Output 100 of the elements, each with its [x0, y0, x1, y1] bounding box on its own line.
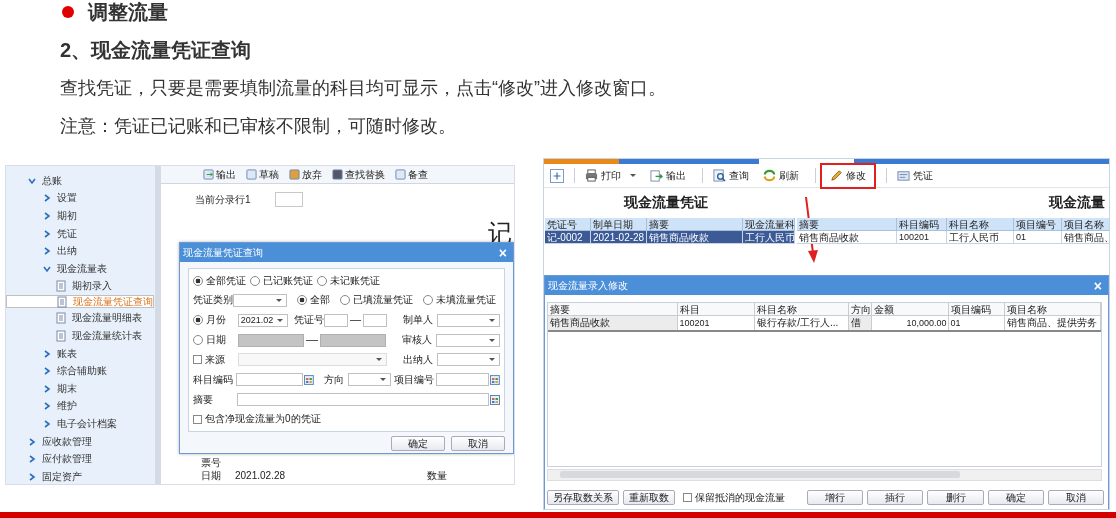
dropdown-field[interactable]: 2021.02: [237, 313, 288, 327]
grid-icon[interactable]: [304, 374, 314, 385]
radio-option[interactable]: 未填流量凭证: [423, 293, 496, 308]
toolbar-button[interactable]: 刷新: [759, 166, 803, 185]
horizontal-scrollbar[interactable]: [547, 469, 1102, 481]
radio-icon[interactable]: [317, 275, 327, 286]
column-header[interactable]: 制单日期: [591, 218, 647, 231]
dialog-button[interactable]: 取消: [451, 436, 505, 451]
toolbar-button[interactable]: 查询: [709, 166, 753, 185]
radio-icon[interactable]: [297, 295, 307, 306]
date-field[interactable]: [319, 333, 386, 347]
tree-item[interactable]: 账表: [6, 344, 155, 363]
radio-icon[interactable]: [193, 335, 203, 346]
column-header[interactable]: 科目编码: [897, 218, 947, 231]
column-header[interactable]: 项目名称: [1062, 218, 1109, 231]
grid-icon[interactable]: [490, 374, 501, 385]
input-field[interactable]: [237, 393, 489, 407]
tree-item[interactable]: 期初录入: [6, 277, 155, 296]
tree-item[interactable]: 现金流量统计表: [6, 327, 155, 345]
dialog-button[interactable]: 插行: [867, 490, 924, 505]
column-header[interactable]: 科目名称: [947, 218, 1014, 231]
radio-option[interactable]: 全部: [297, 293, 330, 308]
column-header[interactable]: 项目编号: [1014, 218, 1062, 231]
dialog-button[interactable]: 确定: [987, 490, 1044, 505]
column-header[interactable]: 摘要: [797, 218, 897, 231]
radio-icon[interactable]: [423, 295, 433, 306]
column-header[interactable]: 科目: [677, 303, 756, 316]
dropdown-field[interactable]: [237, 353, 387, 367]
dropdown-field[interactable]: [436, 353, 500, 367]
toolbar-button[interactable]: 查找替换: [332, 167, 385, 182]
tree-item[interactable]: 现金流量表: [6, 259, 155, 278]
radio-icon[interactable]: [193, 275, 203, 286]
tree-item[interactable]: 期末: [6, 380, 155, 398]
dropdown-field[interactable]: [347, 373, 392, 387]
tree-item[interactable]: 凭证: [6, 224, 155, 243]
radio-option[interactable]: 未记账凭证: [317, 273, 380, 288]
input-field[interactable]: [436, 373, 490, 387]
dropdown-field[interactable]: [233, 293, 287, 307]
dialog-button[interactable]: 重新取数: [623, 490, 675, 505]
tree-item[interactable]: 固定资产: [6, 468, 155, 484]
tree-item[interactable]: 出纳: [6, 242, 155, 260]
dialog-button[interactable]: 增行: [807, 490, 864, 505]
date-field[interactable]: [238, 333, 305, 347]
toolbar-button[interactable]: 修改: [822, 164, 874, 187]
column-header[interactable]: 现金流量科: [743, 218, 795, 231]
toolbar-button[interactable]: 凭证: [893, 166, 937, 185]
input-field[interactable]: [323, 313, 348, 327]
input-field[interactable]: [274, 192, 303, 207]
column-header[interactable]: 金额: [871, 303, 949, 316]
dropdown-field[interactable]: [435, 333, 500, 347]
radio-icon[interactable]: [193, 315, 203, 326]
radio-option[interactable]: 月份: [193, 313, 234, 328]
dialog-button[interactable]: 删行: [927, 490, 984, 505]
radio-option[interactable]: 全部凭证: [193, 273, 246, 288]
table-cell[interactable]: 借: [848, 316, 872, 330]
checkbox[interactable]: 保留抵消的现金流量: [683, 490, 785, 505]
grid-icon[interactable]: [490, 394, 500, 405]
tree-item[interactable]: 期初: [6, 207, 155, 225]
column-header[interactable]: 项目名称: [1005, 303, 1101, 316]
toolbar-button[interactable]: 草稿: [246, 167, 279, 182]
toolbar-button[interactable]: 输出: [646, 166, 690, 185]
table-cell[interactable]: 银行存款/工行人...: [755, 316, 849, 330]
radio-option[interactable]: 日期: [193, 333, 235, 348]
tree-item[interactable]: 应付款管理: [6, 450, 155, 468]
toolbar-button[interactable]: 放弃: [289, 167, 322, 182]
tree-item[interactable]: 电子会计档案: [6, 415, 155, 433]
toolbar-button[interactable]: 打印: [581, 166, 640, 185]
table-cell[interactable]: 01: [948, 316, 1006, 330]
column-header[interactable]: 项目编码: [948, 303, 1006, 316]
radio-icon[interactable]: [250, 275, 260, 286]
radio-icon[interactable]: [340, 295, 350, 306]
table-row[interactable]: 记-0002 2021-02-28 销售商品收款 工行人民币: [545, 231, 795, 244]
column-header[interactable]: 科目名称: [755, 303, 849, 316]
dialog-button[interactable]: 取消: [1047, 490, 1104, 505]
column-header[interactable]: 凭证号: [545, 218, 591, 231]
add-icon[interactable]: [550, 168, 564, 183]
dialog-button[interactable]: 另存取数关系: [547, 490, 619, 505]
tree-item[interactable]: 现金流量明细表: [6, 309, 155, 328]
table-cell[interactable]: 10,000.00: [871, 316, 949, 330]
tree-item[interactable]: 应收款管理: [6, 432, 155, 451]
tree-item[interactable]: 现金流量凭证查询: [6, 295, 154, 309]
toolbar-button[interactable]: 备查: [395, 167, 428, 182]
column-header[interactable]: 方向: [848, 303, 872, 316]
table-cell[interactable]: 销售商品收款: [548, 316, 678, 330]
toolbar-button[interactable]: 输出: [203, 167, 236, 182]
input-field[interactable]: [362, 313, 388, 327]
table-cell[interactable]: 100201: [677, 316, 756, 330]
column-header[interactable]: 摘要: [548, 303, 678, 316]
checkbox[interactable]: 包含净现金流量为0的凭证: [193, 412, 321, 427]
input-field[interactable]: [236, 373, 304, 387]
dropdown-field[interactable]: [437, 313, 500, 327]
column-header[interactable]: 摘要: [647, 218, 743, 231]
radio-option[interactable]: 已记账凭证: [250, 273, 313, 288]
table-row[interactable]: 销售商品收款 100201 工行人民币 01 销售商品、: [797, 231, 1109, 244]
table-cell[interactable]: 销售商品、提供劳务: [1005, 316, 1101, 330]
tree-item[interactable]: 综合辅助账: [6, 362, 155, 381]
tree-item[interactable]: 总账: [6, 172, 155, 190]
tree-item[interactable]: 维护: [6, 397, 155, 416]
tree-item[interactable]: 设置: [6, 189, 155, 208]
dialog-button[interactable]: 确定: [391, 436, 445, 451]
